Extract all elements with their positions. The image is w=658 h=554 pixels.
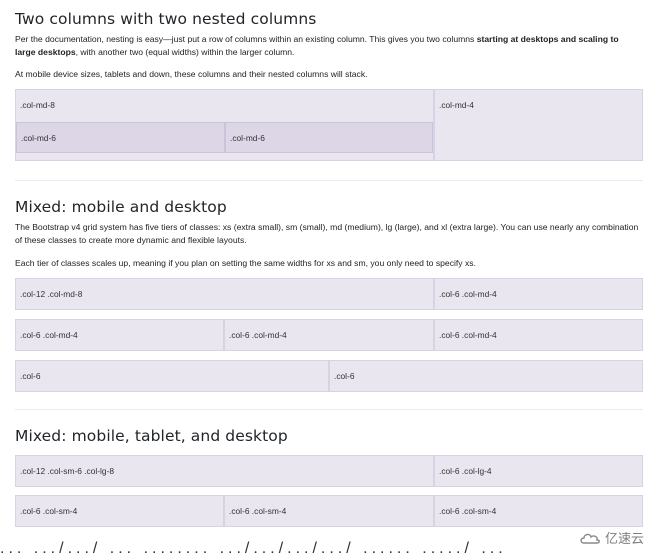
col-6-sm-4-b: .col-6 .col-sm-4 <box>224 495 434 527</box>
nested-col-md-6-1: .col-md-6 <box>16 122 225 153</box>
section-nested-stack-note: At mobile device sizes, tablets and down… <box>15 69 368 79</box>
mixed-row-2: .col-6 .col-md-4 .col-6 .col-md-4 .col-6… <box>15 319 643 351</box>
mixed-row-3: .col-6 .col-6 <box>15 360 643 392</box>
col-6-sm-4-a: .col-6 .col-sm-4 <box>15 495 224 527</box>
col-6-md-4: .col-6 .col-md-4 <box>434 278 643 310</box>
col-12-sm-6-lg-8: .col-12 .col-sm-6 .col-lg-8 <box>15 455 434 487</box>
col-6-sm-4-c: .col-6 .col-sm-4 <box>434 495 643 527</box>
section-nested-description: Per the documentation, nesting is easy—j… <box>15 33 640 59</box>
section-mixed-scale-note: Each tier of classes scales up, meaning … <box>15 258 476 268</box>
col-6-lg-4: .col-6 .col-lg-4 <box>434 455 643 487</box>
col-6-b: .col-6 <box>329 360 643 392</box>
cloud-logo-icon <box>580 533 600 544</box>
section-title-nested: Two columns with two nested columns <box>15 10 317 28</box>
mixed-row-1: .col-12 .col-md-8 .col-6 .col-md-4 <box>15 278 643 310</box>
desc-part-a: Per the documentation, nesting is easy—j… <box>15 34 477 44</box>
outer-col-md-8-label: .col-md-8 <box>20 100 55 110</box>
nested-grid-row: .col-md-8 .col-md-6 .col-md-6 .col-md-4 <box>15 89 643 161</box>
section-mixed-description: The Bootstrap v4 grid system has five ti… <box>15 222 639 245</box>
section-title-mixed-mobile-desktop: Mixed: mobile and desktop <box>15 198 227 216</box>
cut-off-text-line: ... .../.../ ... ........ .../.../.../..… <box>0 540 507 554</box>
nested-col-md-6-2: .col-md-6 <box>225 122 433 153</box>
outer-col-md-8: .col-md-8 .col-md-6 .col-md-6 <box>15 89 434 161</box>
mtd-row-2: .col-6 .col-sm-4 .col-6 .col-sm-4 .col-6… <box>15 495 643 527</box>
section-divider-1 <box>15 180 643 181</box>
col-6-md-4-b: .col-6 .col-md-4 <box>224 319 434 351</box>
watermark-text: 亿速云 <box>604 532 644 547</box>
outer-col-md-4-label: .col-md-4 <box>439 100 474 110</box>
mtd-row-1: .col-12 .col-sm-6 .col-lg-8 .col-6 .col-… <box>15 455 643 487</box>
desc-part-c: , with another two (equal widths) within… <box>75 47 295 57</box>
outer-col-md-4: .col-md-4 <box>434 89 643 161</box>
section-divider-2 <box>15 409 643 410</box>
col-6-md-4-a: .col-6 .col-md-4 <box>15 319 224 351</box>
col-6-md-4-c: .col-6 .col-md-4 <box>434 319 643 351</box>
nested-row: .col-md-6 .col-md-6 <box>16 122 433 153</box>
section-title-mixed-mobile-tablet-desktop: Mixed: mobile, tablet, and desktop <box>15 427 288 445</box>
col-12-md-8: .col-12 .col-md-8 <box>15 278 434 310</box>
watermark: 亿速云 <box>579 528 644 547</box>
col-6-a: .col-6 <box>15 360 329 392</box>
